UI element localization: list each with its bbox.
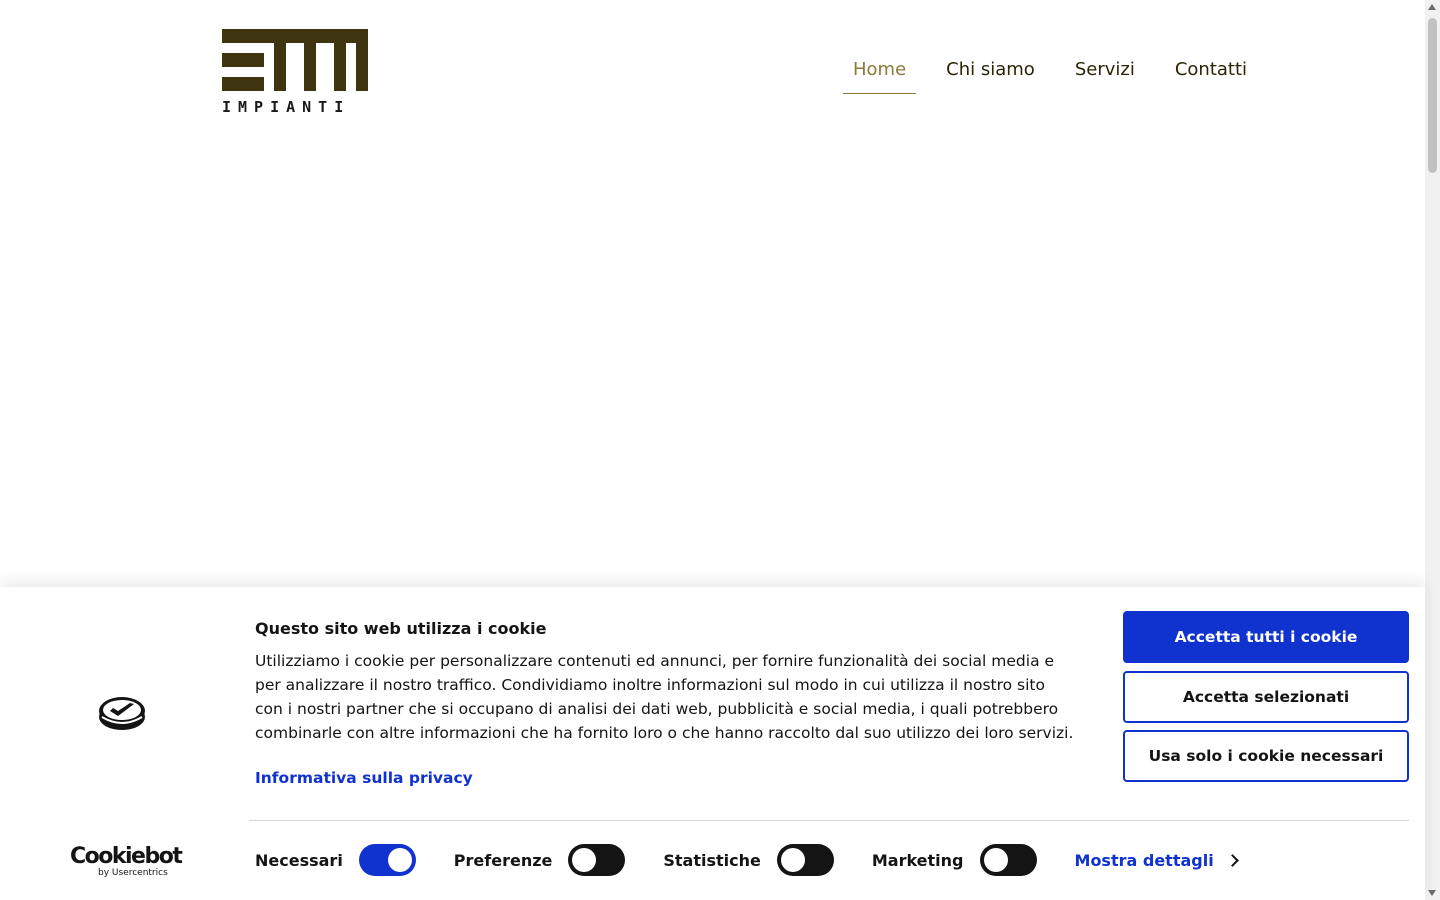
cookiebot-brand-by: by Usercentrics bbox=[98, 868, 168, 878]
toggle-label: Statistiche bbox=[663, 850, 761, 870]
cookiebot-brand-name: Cookiebot bbox=[70, 844, 183, 869]
toggle-group-marketing: Marketing bbox=[872, 844, 1037, 876]
nav-chi-siamo[interactable]: Chi siamo bbox=[936, 56, 1045, 94]
em-logo-mark bbox=[222, 29, 368, 91]
toggle-knob bbox=[780, 848, 805, 872]
toggle-label: Preferenze bbox=[453, 850, 553, 870]
logo-subtitle: IMPIANTI bbox=[222, 98, 351, 116]
accept-all-button[interactable]: Accetta tutti i cookie bbox=[1123, 611, 1409, 663]
toggle-marketing[interactable] bbox=[979, 844, 1037, 876]
chevron-right-icon bbox=[1225, 854, 1239, 867]
toggle-preferenze[interactable] bbox=[568, 844, 626, 876]
scroll-down-arrow-icon[interactable] bbox=[1428, 890, 1436, 896]
privacy-policy-link[interactable]: Informativa sulla privacy bbox=[255, 769, 473, 787]
toggle-statistiche[interactable] bbox=[776, 844, 834, 876]
banner-divider bbox=[249, 820, 1409, 821]
toggle-group-preferenze: Preferenze bbox=[454, 844, 626, 876]
toggle-necessari[interactable] bbox=[358, 844, 416, 876]
toggle-label: Necessari bbox=[255, 850, 343, 870]
toggle-knob bbox=[983, 848, 1008, 872]
page-scrollbar[interactable] bbox=[1425, 0, 1440, 900]
cookiebot-logo-icon bbox=[99, 697, 145, 730]
necessary-only-button[interactable]: Usa solo i cookie necessari bbox=[1123, 730, 1409, 782]
nav-servizi[interactable]: Servizi bbox=[1065, 56, 1145, 94]
show-details-link[interactable]: Mostra dettagli bbox=[1074, 850, 1239, 870]
scroll-up-arrow-icon[interactable] bbox=[1428, 4, 1436, 10]
toggle-label: Marketing bbox=[871, 850, 964, 870]
nav-contatti[interactable]: Contatti bbox=[1165, 56, 1257, 94]
nav-home[interactable]: Home bbox=[843, 56, 917, 94]
accept-selected-button[interactable]: Accetta selezionati bbox=[1123, 671, 1409, 723]
toggle-group-necessari: Necessari bbox=[255, 844, 416, 876]
toggle-knob bbox=[572, 848, 597, 872]
scroll-thumb[interactable] bbox=[1428, 18, 1437, 173]
cookie-category-toggles: Necessari Preferenze Statistiche Marketi… bbox=[255, 844, 1239, 876]
cookie-banner-body: Utilizziamo i cookie per personalizzare … bbox=[255, 652, 1074, 742]
toggle-knob bbox=[387, 848, 412, 872]
cookiebot-brand: Cookiebot by Usercentrics bbox=[70, 844, 183, 879]
site-logo[interactable]: IMPIANTI bbox=[222, 29, 368, 115]
main-nav: Home Chi siamo Servizi Contatti bbox=[843, 56, 1277, 94]
show-details-label: Mostra dettagli bbox=[1074, 850, 1214, 870]
cookie-banner-title: Questo sito web utilizza i cookie bbox=[255, 619, 547, 638]
toggle-group-statistiche: Statistiche bbox=[663, 844, 834, 876]
